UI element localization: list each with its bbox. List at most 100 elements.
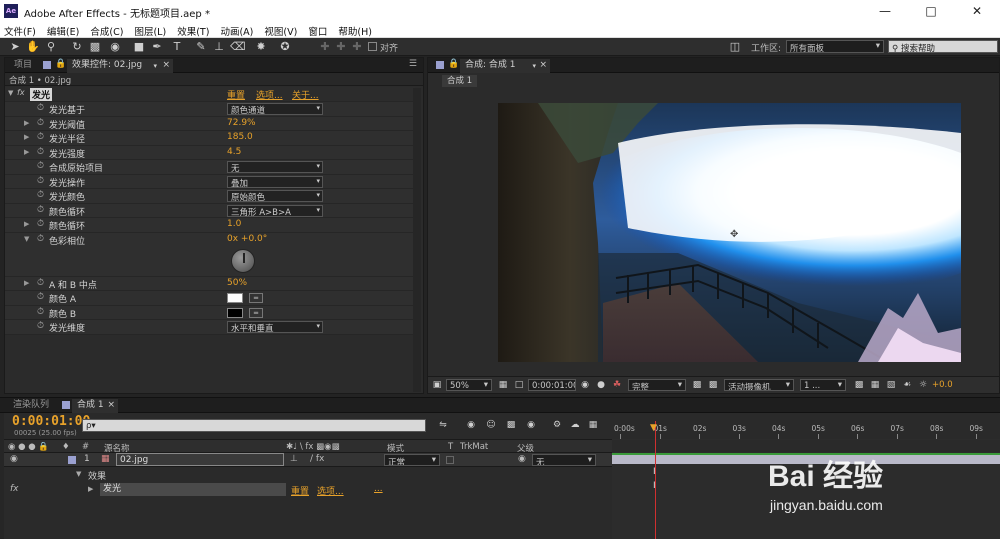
draft-3d-icon[interactable]: ◉ — [464, 418, 478, 432]
eyedropper-icon[interactable]: ═ — [249, 293, 263, 303]
menu-animation[interactable]: 动画(A) — [216, 22, 257, 38]
layer-search-input[interactable]: ρ▾ — [82, 419, 426, 432]
property-dropdown[interactable]: 水平和垂直 ▾ — [227, 321, 323, 333]
effect-reset-link[interactable]: 重置 — [291, 484, 309, 497]
preserve-transparency-checkbox[interactable] — [446, 456, 454, 464]
phase-dial-knob[interactable] — [231, 248, 255, 273]
safe-margins-icon[interactable]: ▦ — [496, 378, 510, 392]
motion-blur-icon[interactable]: ◉ — [524, 418, 538, 432]
expand-triangle-icon[interactable]: ▶ — [24, 148, 29, 156]
stopwatch-icon[interactable]: ⏱ — [37, 103, 44, 113]
stopwatch-icon[interactable]: ⏱ — [37, 292, 44, 302]
effect-property-row[interactable]: ⏱ 颜色 B ═ — [5, 305, 415, 320]
menu-layer[interactable]: 图层(L) — [130, 22, 170, 38]
stopwatch-icon[interactable]: ⏱ — [37, 176, 44, 186]
reset-link[interactable]: 重置 — [227, 88, 245, 101]
expand-triangle-icon[interactable]: ▶ — [24, 133, 29, 141]
effect-panel-scrollbar[interactable] — [413, 88, 421, 392]
fast-previews-icon[interactable]: ▦ — [868, 378, 882, 392]
effect-property-row[interactable]: ⏱ 发光操作 叠加 ▾ — [5, 174, 415, 189]
property-dropdown[interactable]: 颜色通道 ▾ — [227, 103, 323, 115]
reset-exposure-icon[interactable]: ☼ — [916, 378, 930, 392]
blend-mode-select[interactable]: 正常 ▾ — [384, 454, 440, 466]
current-time-display[interactable]: 0:00:01:00 — [528, 379, 576, 391]
channel-color-icon[interactable]: ☘ — [610, 378, 624, 392]
frame-blending-icon[interactable]: ▩ — [504, 418, 518, 432]
effect-property-row[interactable]: ▼ ⏱ 色彩相位 0x +0.0° — [5, 232, 415, 277]
effect-row-name[interactable]: 发光 — [100, 483, 286, 496]
stopwatch-icon[interactable]: ⏱ — [37, 307, 44, 317]
stopwatch-icon[interactable]: ⏱ — [37, 278, 44, 288]
color-swatch[interactable] — [227, 307, 243, 318]
effect-row[interactable]: fx ▶ 发光 重置 选项... ... — [4, 483, 612, 497]
effect-header-row[interactable]: ▼ fx 发光 重置 选项... 关于... — [5, 87, 415, 102]
fx-icon[interactable]: fx — [17, 88, 25, 97]
effect-property-row[interactable]: ▶ ⏱ A 和 B 中点 50% — [5, 276, 415, 291]
parent-select[interactable]: 无 ▾ — [532, 454, 596, 466]
puppet-tool-icon[interactable]: ✪ — [278, 40, 292, 54]
always-preview-icon[interactable]: ▣ — [430, 378, 444, 392]
view-layout-select[interactable]: 1 ... ▾ — [800, 379, 846, 391]
effect-property-row[interactable]: ⏱ 发光颜色 原始颜色 ▾ — [5, 189, 415, 204]
property-value[interactable]: 0x +0.0° — [227, 234, 267, 244]
stopwatch-icon[interactable]: ⏱ — [37, 190, 44, 200]
eyedropper-icon[interactable]: ═ — [249, 307, 263, 318]
effect-more-link[interactable]: ... — [374, 484, 383, 494]
effect-property-row[interactable]: ⏱ 合成原始项目无 ▾ — [5, 160, 415, 175]
property-dropdown[interactable]: 无 ▾ — [227, 161, 323, 173]
effect-options-link[interactable]: 选项... — [317, 484, 344, 497]
property-value[interactable]: 1.0 — [227, 219, 241, 229]
maximize-icon[interactable]: □ — [908, 0, 954, 22]
composition-mini-flowchart-icon[interactable]: ⇋ — [436, 418, 450, 432]
effect-property-row[interactable]: ⏱ 发光维度 水平和垂直 ▾ — [5, 320, 415, 335]
property-value[interactable]: 4.5 — [227, 147, 241, 157]
menu-edit[interactable]: 编辑(E) — [43, 22, 83, 38]
tab-composition[interactable]: 合成: 合成 1 ▾ × — [460, 59, 550, 73]
rotate-tool-icon[interactable]: ↻ — [70, 40, 84, 54]
close-tab-icon[interactable]: × — [162, 59, 170, 72]
eraser-tool-icon[interactable]: ⌫ — [230, 40, 246, 54]
composition-viewer[interactable]: ✥ — [498, 103, 961, 362]
property-value[interactable]: 72.9% — [227, 118, 256, 128]
axis-local-icon[interactable]: ✚ — [318, 40, 332, 54]
lock-icon[interactable]: 🔒 — [448, 59, 459, 69]
playhead-icon[interactable]: ▼ — [650, 423, 657, 433]
menu-file[interactable]: 文件(F) — [0, 22, 40, 38]
color-swatch[interactable] — [227, 293, 243, 303]
menu-composition[interactable]: 合成(C) — [86, 22, 127, 38]
time-ruler[interactable]: 0:00s 01s 02s 03s 04s 05s 06s 07s 08s 09s — [612, 413, 1000, 439]
toggle-pixel-aspect-icon[interactable]: ▩ — [852, 378, 866, 392]
help-search-input[interactable]: ⚲ 搜索帮助 — [888, 40, 998, 53]
close-icon[interactable]: ✕ — [954, 0, 1000, 22]
show-snapshot-icon[interactable]: ● — [594, 378, 608, 392]
property-value[interactable]: 50% — [227, 278, 247, 288]
rectangle-tool-icon[interactable]: ■ — [132, 40, 146, 54]
zoom-select[interactable]: 50% ▾ — [446, 379, 492, 391]
tab-effect-controls[interactable]: 效果控件: 02.jpg ▾ × — [67, 59, 173, 73]
snap-checkbox[interactable] — [368, 42, 377, 51]
timeline-toggle-icon[interactable]: ▧ — [884, 378, 898, 392]
clone-stamp-tool-icon[interactable]: ⊥ — [212, 40, 226, 54]
effect-name[interactable]: 发光 — [30, 88, 53, 101]
expand-triangle-icon[interactable]: ▼ — [76, 470, 81, 478]
region-of-interest-icon[interactable]: □ — [512, 378, 526, 392]
shy-layers-icon[interactable]: ☺ — [484, 418, 498, 432]
tab-project[interactable]: 项目 — [9, 59, 37, 73]
camera-tool-icon[interactable]: ▩ — [88, 40, 102, 54]
property-dropdown[interactable]: 三角形 A>B>A ▾ — [227, 204, 323, 217]
stopwatch-icon[interactable]: ⏱ — [37, 205, 44, 215]
zoom-tool-icon[interactable]: ⚲ — [44, 40, 58, 54]
panel-menu-icon[interactable]: ☰ — [409, 59, 417, 69]
hand-tool-icon[interactable]: ✋ — [26, 40, 40, 54]
fx-icon[interactable]: fx — [10, 484, 19, 494]
brush-tool-icon[interactable]: ✎ — [194, 40, 208, 54]
effect-property-row[interactable]: ▶ ⏱ 发光强度 4.5 — [5, 145, 415, 160]
menu-help[interactable]: 帮助(H) — [334, 22, 376, 38]
fx-switch-icon[interactable]: / fx — [310, 454, 324, 464]
stopwatch-icon[interactable]: ⏱ — [37, 147, 44, 157]
menu-view[interactable]: 视图(V) — [260, 22, 301, 38]
shy-switch-icon[interactable]: ⊥ — [290, 454, 298, 464]
close-tab-icon[interactable]: × — [107, 399, 115, 412]
selection-tool-icon[interactable]: ➤ — [8, 40, 22, 54]
effect-property-row[interactable]: ▶ ⏱ 发光半径 185.0 — [5, 131, 415, 146]
